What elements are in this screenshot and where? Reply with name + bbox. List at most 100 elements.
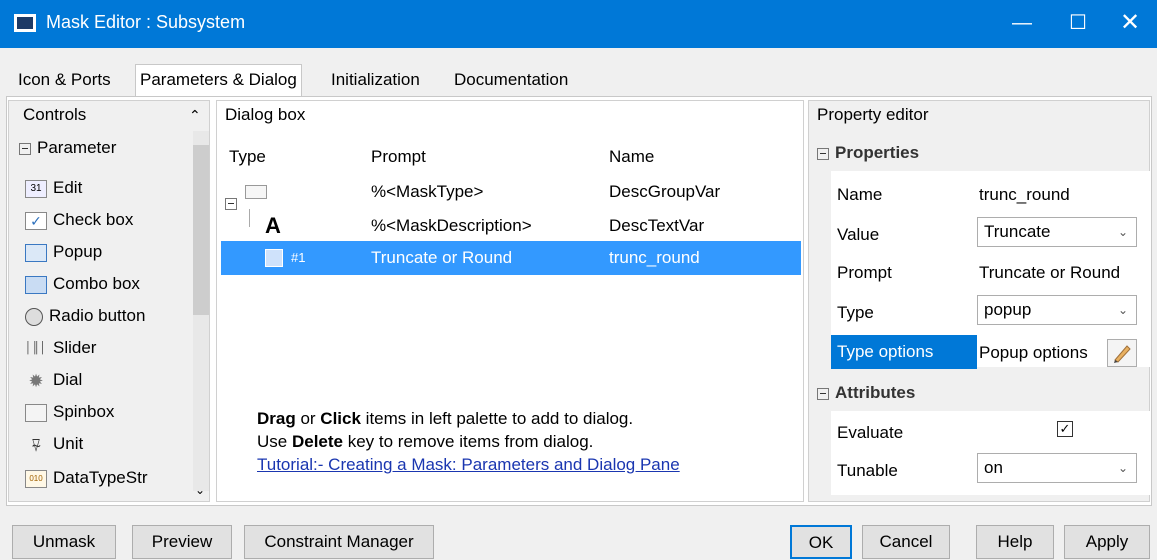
spinbox-icon (25, 403, 47, 422)
help-button[interactable]: Help (976, 525, 1054, 559)
name-value[interactable]: trunc_round (979, 185, 1070, 205)
hint-or: or (295, 409, 321, 428)
control-slider[interactable]: │║│ Slider (25, 333, 96, 363)
chevron-down-icon: ⌄ (1118, 303, 1129, 317)
tunable-label: Tunable (837, 461, 898, 480)
hint-line-1: Drag or Click items in left palette to a… (257, 407, 680, 430)
control-label: Check box (53, 210, 134, 229)
ok-button[interactable]: OK (790, 525, 852, 559)
property-editor-panel: Property editor Properties Name trunc_ro… (808, 100, 1151, 502)
group-box-icon (245, 185, 267, 199)
hint-click: Click (320, 409, 361, 428)
dialog-box-header: Dialog box (225, 105, 306, 124)
dialog-row[interactable]: A %<MaskDescription> DescTextVar (221, 209, 801, 243)
hint-line-2: Use Delete key to remove items from dial… (257, 430, 680, 453)
minimize-icon[interactable]: — (994, 0, 1050, 48)
parameter-group[interactable]: Parameter (19, 133, 116, 163)
row-prompt: Truncate or Round (371, 248, 513, 267)
edit-icon: 31 (25, 179, 47, 198)
chevron-down-icon: ⌄ (1118, 225, 1129, 239)
constraint-manager-button[interactable]: Constraint Manager (244, 525, 434, 559)
type-options-value: Popup options (979, 343, 1088, 362)
row-name: trunc_round (609, 248, 700, 267)
control-label: Combo box (53, 274, 140, 293)
prompt-label: Prompt (837, 263, 892, 282)
tab-bar: Icon & Ports Parameters & Dialog Initial… (0, 60, 1157, 98)
popup-icon (25, 243, 47, 262)
row-prompt: %<MaskDescription> (371, 216, 532, 235)
scrollbar-thumb[interactable] (193, 145, 209, 315)
close-icon[interactable]: ✕ (1102, 0, 1157, 48)
prompt-value[interactable]: Truncate or Round (979, 263, 1120, 283)
popup-icon (265, 249, 283, 267)
scroll-up-icon[interactable]: ⌃ (189, 107, 201, 124)
dialog-row-selected[interactable]: #1 Truncate or Round trunc_round (221, 241, 801, 275)
control-label: Popup (53, 242, 103, 261)
attributes-section[interactable]: Attributes (817, 383, 915, 403)
scroll-down-icon[interactable]: ⌄ (195, 483, 205, 497)
unmask-button[interactable]: Unmask (12, 525, 116, 559)
tab-parameters-dialog[interactable]: Parameters & Dialog (135, 64, 302, 98)
chevron-down-icon: ⌄ (1118, 461, 1129, 475)
tab-initialization[interactable]: Initialization (327, 68, 424, 96)
properties-section-label: Properties (835, 143, 920, 162)
value-label: Value (837, 225, 880, 244)
preview-button[interactable]: Preview (132, 525, 232, 559)
row-name: DescGroupVar (609, 182, 721, 201)
properties-section[interactable]: Properties (817, 143, 919, 163)
collapse-icon[interactable] (19, 142, 31, 155)
row-name: DescTextVar (609, 216, 705, 235)
tunable-dropdown[interactable]: on ⌄ (977, 453, 1137, 483)
dialog-row[interactable]: %<MaskType> DescGroupVar (221, 175, 801, 210)
pencil-icon[interactable] (1107, 339, 1137, 367)
control-label: DataTypeStr (53, 468, 148, 487)
value-dropdown-text: Truncate (984, 222, 1051, 241)
property-editor-header: Property editor (817, 105, 929, 124)
collapse-icon[interactable] (817, 387, 829, 400)
control-label: Radio button (49, 306, 146, 325)
maximize-icon[interactable]: ☐ (1050, 0, 1106, 48)
dialog-box-panel: Dialog box Type Prompt Name %<MaskType> … (216, 100, 804, 502)
hint-drag: Drag (257, 409, 296, 428)
controls-header: Controls (23, 105, 87, 124)
title-bar: Mask Editor : Subsystem — ☐ ✕ (0, 0, 1157, 48)
control-popup[interactable]: Popup (25, 237, 102, 267)
tutorial-link[interactable]: Tutorial:- Creating a Mask: Parameters a… (257, 455, 680, 474)
control-label: Edit (53, 178, 83, 197)
unit-icon: ⍫ (30, 434, 42, 455)
radio-button-icon (25, 307, 43, 326)
control-radio-button[interactable]: Radio button (25, 301, 145, 331)
name-label: Name (837, 185, 883, 204)
collapse-icon[interactable] (817, 147, 829, 160)
control-combobox[interactable]: Combo box (25, 269, 140, 299)
apply-button[interactable]: Apply (1064, 525, 1150, 559)
column-header-name[interactable]: Name (609, 147, 654, 167)
tree-line (249, 209, 250, 227)
control-dial[interactable]: ✹ Dial (25, 365, 82, 395)
hint-use: Use (257, 432, 292, 451)
tab-icon-ports[interactable]: Icon & Ports (14, 68, 115, 96)
combobox-icon (25, 275, 47, 294)
type-dropdown[interactable]: popup ⌄ (977, 295, 1137, 325)
control-unit[interactable]: ⍫ Unit (25, 429, 84, 459)
tunable-dropdown-text: on (984, 458, 1003, 477)
control-label: Dial (53, 370, 83, 389)
evaluate-checkbox[interactable]: ✓ (1057, 421, 1073, 437)
hint-text: key to remove items from dialog. (343, 432, 594, 451)
column-header-prompt[interactable]: Prompt (371, 147, 426, 167)
control-edit[interactable]: 31 Edit (25, 173, 82, 203)
tab-documentation[interactable]: Documentation (450, 68, 572, 96)
control-label: Spinbox (53, 402, 115, 421)
row-index: #1 (291, 250, 306, 265)
control-spinbox[interactable]: Spinbox (25, 397, 114, 427)
control-checkbox[interactable]: ✓ Check box (25, 205, 133, 235)
dialog-hint: Drag or Click items in left palette to a… (257, 407, 680, 476)
column-header-type[interactable]: Type (229, 147, 266, 167)
control-datatypestr[interactable]: 010 DataTypeStr (25, 463, 148, 493)
value-dropdown[interactable]: Truncate ⌄ (977, 217, 1137, 247)
type-options-label[interactable]: Type options (831, 335, 977, 369)
datatypestr-icon: 010 (25, 469, 47, 488)
cancel-button[interactable]: Cancel (862, 525, 950, 559)
control-label: Slider (53, 338, 97, 357)
hint-delete: Delete (291, 432, 343, 451)
